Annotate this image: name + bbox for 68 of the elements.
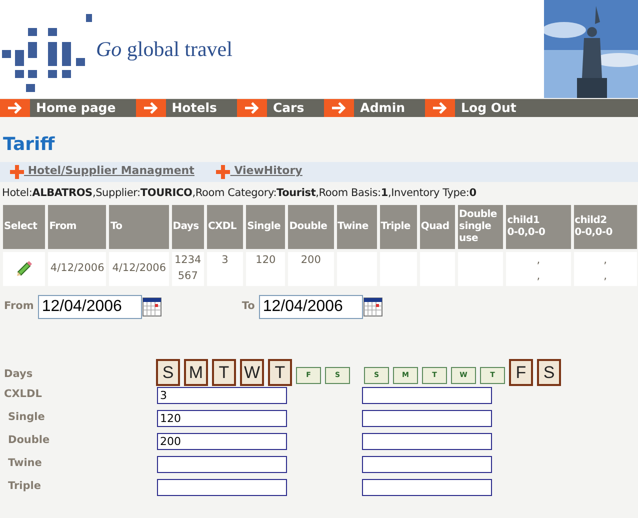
table-cell: 4/12/2006 xyxy=(109,252,169,286)
price-field[interactable]: 120 xyxy=(157,410,287,427)
plus-icon xyxy=(10,164,24,179)
table-cell: 1234567 xyxy=(172,252,204,286)
day-toggle[interactable]: T xyxy=(212,358,236,386)
column-header: child1 0-0,0-0 xyxy=(506,205,571,250)
logo-text: Go global travel xyxy=(96,38,232,60)
column-header: Single xyxy=(246,205,286,250)
arrow-icon xyxy=(244,102,260,114)
nav-link[interactable]: Home page xyxy=(0,99,136,117)
calendar-icon[interactable] xyxy=(362,296,383,317)
nav-link[interactable]: Admin xyxy=(324,99,426,117)
price-field[interactable] xyxy=(362,410,492,427)
column-header: Quad xyxy=(420,205,456,250)
field-label: To xyxy=(242,298,255,314)
price-field[interactable] xyxy=(157,478,287,496)
field-label: From xyxy=(4,298,34,314)
nav-link[interactable]: Cars xyxy=(236,99,324,117)
link[interactable]: ViewHitory xyxy=(216,163,302,180)
column-header: Select xyxy=(3,205,46,250)
field-label: Double xyxy=(7,433,51,448)
day-toggle[interactable]: M xyxy=(184,358,208,386)
column-header: Triple xyxy=(380,205,417,250)
arrow-icon xyxy=(7,102,23,114)
page-title: Tariff xyxy=(3,134,56,156)
field-label: Days xyxy=(3,366,34,382)
date-field[interactable]: 12/04/2006 xyxy=(258,294,363,319)
price-field[interactable]: 3 xyxy=(157,386,287,404)
column-header: Double xyxy=(288,205,334,250)
info-text: Hotel:ALBATROS,Supplier:TOURICO,Room Category:Tourist,Room Basis:1,Inventory Type:0 xyxy=(2,186,478,201)
column-header: CXDL xyxy=(206,205,244,250)
arrow-icon xyxy=(142,102,159,114)
column-header: From xyxy=(48,205,106,250)
column-header: child2 0-0,0-0 xyxy=(574,205,637,250)
table-cell: 3 xyxy=(206,252,244,286)
column-header: Days xyxy=(172,205,204,250)
table-cell: 120 xyxy=(246,252,286,286)
field-label: CXLDL xyxy=(3,387,43,402)
table-cell: , , xyxy=(506,252,571,286)
pencil-icon[interactable] xyxy=(15,260,34,278)
nav-link[interactable]: Log Out xyxy=(425,99,536,117)
field-label: Triple xyxy=(7,479,42,494)
price-field[interactable]: 200 xyxy=(157,432,287,450)
link[interactable]: Hotel/Supplier Managment xyxy=(10,163,194,180)
plus-icon xyxy=(216,164,230,179)
nav-link[interactable]: Hotels xyxy=(136,99,237,117)
price-field[interactable] xyxy=(362,456,492,473)
day-toggle[interactable]: F xyxy=(509,358,533,386)
field-label: Single xyxy=(7,410,46,426)
price-field[interactable] xyxy=(362,432,492,450)
arrow-icon xyxy=(432,102,448,114)
column-header: Twine xyxy=(336,205,377,250)
price-field[interactable] xyxy=(157,456,287,473)
field-label: Twine xyxy=(7,456,43,472)
price-field[interactable] xyxy=(362,386,492,404)
table-cell: 4/12/2006 xyxy=(48,252,106,286)
day-toggle[interactable]: T xyxy=(268,358,292,386)
arrow-icon xyxy=(331,102,348,114)
day-toggle[interactable]: S xyxy=(537,358,561,386)
column-header: To xyxy=(109,205,169,250)
table-cell: 200 xyxy=(288,252,334,286)
date-field[interactable]: 12/04/2006 xyxy=(38,294,142,319)
table-cell: , , xyxy=(574,252,637,286)
calendar-icon[interactable] xyxy=(142,296,162,317)
day-toggle[interactable]: W xyxy=(240,358,264,386)
day-toggle[interactable]: S xyxy=(156,358,180,386)
price-field[interactable] xyxy=(362,478,492,496)
column-header: Double single use xyxy=(458,205,504,250)
